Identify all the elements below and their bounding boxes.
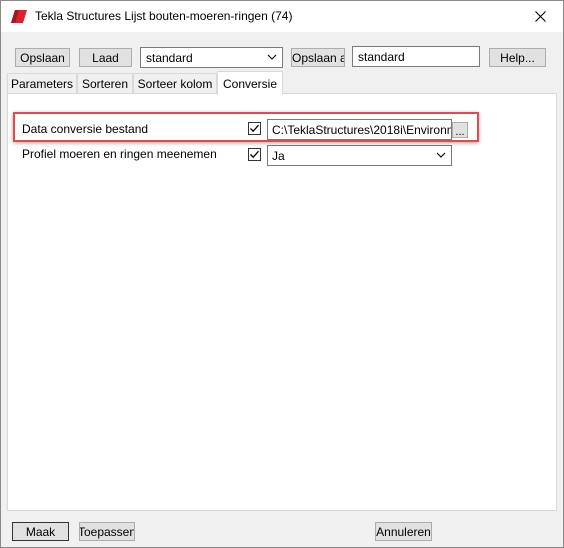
save-as-name-input[interactable]: standard xyxy=(352,46,480,67)
tekla-app-icon xyxy=(11,10,27,23)
tab-sorteer-kolom[interactable]: Sorteer kolom xyxy=(133,73,217,94)
tab-parameters[interactable]: Parameters xyxy=(7,73,77,94)
data-conversion-file-value: C:\TeklaStructures\2018i\Environme xyxy=(272,123,452,137)
save-as-name-value: standard xyxy=(358,50,405,64)
tab-conversie[interactable]: Conversie xyxy=(217,71,283,95)
include-nuts-washers-value: Ja xyxy=(272,149,285,163)
checkmark-icon xyxy=(250,150,259,159)
include-nuts-washers-checkbox[interactable] xyxy=(248,148,261,161)
close-button[interactable] xyxy=(517,1,563,32)
browse-file-button[interactable]: ... xyxy=(452,122,468,138)
data-conversion-file-input[interactable]: C:\TeklaStructures\2018i\Environme xyxy=(267,119,452,140)
help-button[interactable]: Help... xyxy=(489,48,546,67)
include-nuts-washers-label: Profiel moeren en ringen meenemen xyxy=(22,147,217,161)
tab-sorteren[interactable]: Sorteren xyxy=(77,73,133,94)
cancel-button[interactable]: Annuleren xyxy=(375,522,432,541)
data-conversion-file-checkbox[interactable] xyxy=(248,122,261,135)
include-nuts-washers-select[interactable]: Ja xyxy=(267,145,452,166)
load-attribute-value: standard xyxy=(146,51,193,65)
chevron-down-icon xyxy=(267,54,277,60)
save-button[interactable]: Opslaan xyxy=(15,48,70,67)
load-attribute-select[interactable]: standard xyxy=(140,47,283,68)
data-conversion-file-label: Data conversie bestand xyxy=(22,122,149,136)
close-icon xyxy=(534,11,546,22)
checkmark-icon xyxy=(250,124,259,133)
load-button[interactable]: Laad xyxy=(79,48,132,67)
apply-button[interactable]: Toepassen xyxy=(79,522,135,541)
chevron-down-icon xyxy=(436,152,446,158)
window-title: Tekla Structures Lijst bouten-moeren-rin… xyxy=(35,9,293,23)
title-bar: Tekla Structures Lijst bouten-moeren-rin… xyxy=(1,1,563,32)
save-as-button[interactable]: Opslaan al xyxy=(291,48,345,67)
create-button[interactable]: Maak xyxy=(12,522,69,541)
dialog-window: Tekla Structures Lijst bouten-moeren-rin… xyxy=(0,0,564,548)
